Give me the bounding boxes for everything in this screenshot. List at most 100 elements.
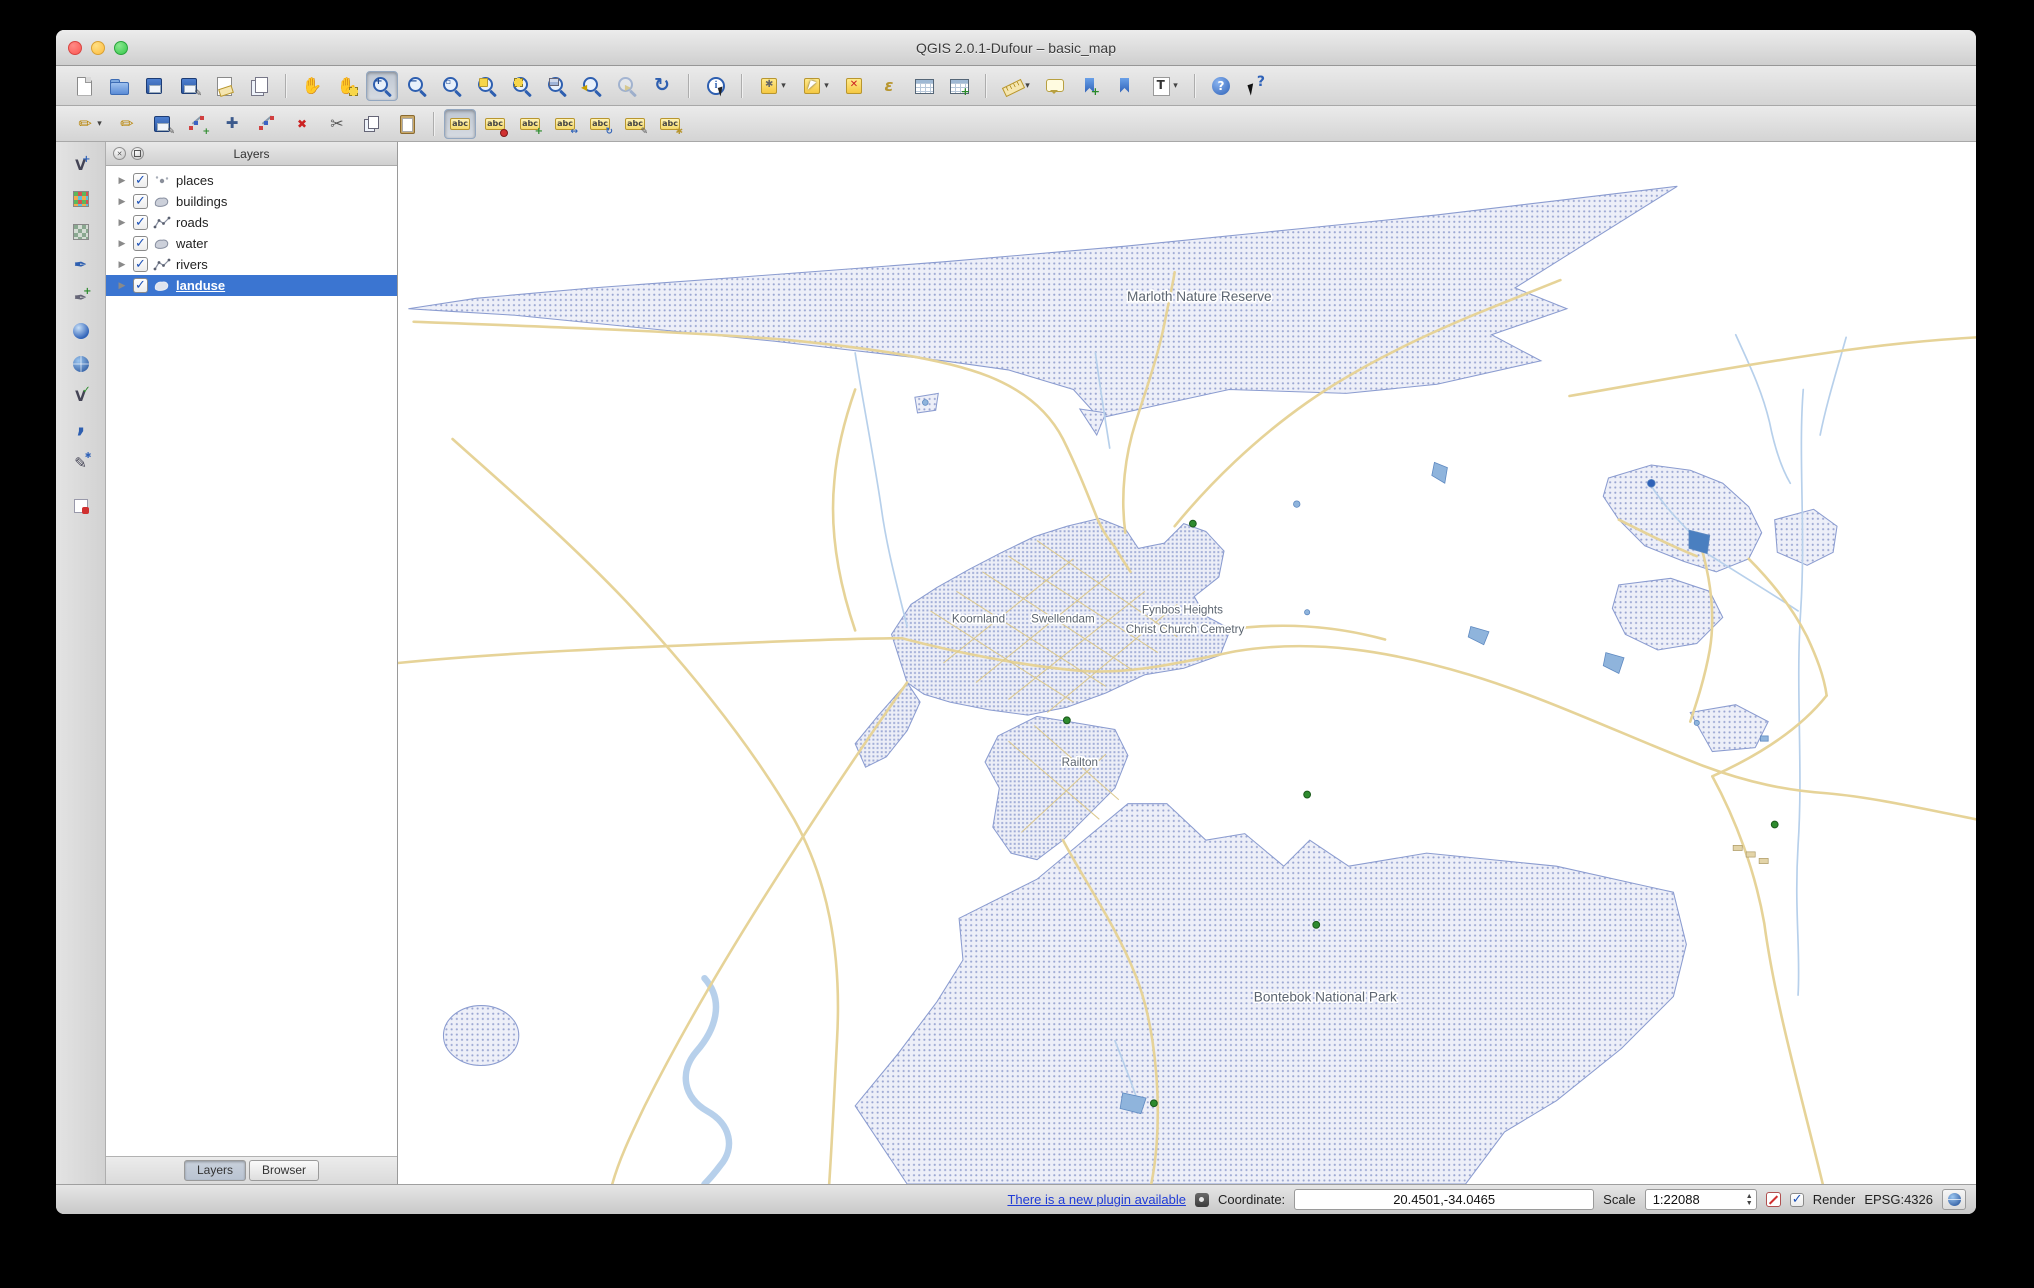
add-spatialite-layer-button[interactable] bbox=[64, 251, 98, 279]
add-wms-layer-button[interactable] bbox=[64, 350, 98, 378]
add-mssql-layer-button[interactable] bbox=[64, 284, 98, 312]
layer-checkbox[interactable] bbox=[133, 277, 148, 293]
add-oracle-layer-button[interactable] bbox=[64, 317, 98, 345]
expand-arrow-icon[interactable] bbox=[116, 217, 128, 228]
stop-rendering-icon[interactable] bbox=[1765, 1192, 1781, 1207]
expand-arrow-icon[interactable] bbox=[116, 175, 128, 186]
tab-browser[interactable]: Browser bbox=[249, 1160, 320, 1181]
scale-stepper-icon[interactable]: ▲ ▼ bbox=[1746, 1193, 1753, 1207]
refresh-map-button[interactable] bbox=[646, 71, 678, 101]
current-edits-icon bbox=[74, 113, 96, 135]
layer-row-places[interactable]: places bbox=[106, 170, 397, 191]
zoom-to-layer-button[interactable] bbox=[541, 71, 573, 101]
expand-arrow-icon[interactable] bbox=[116, 280, 128, 291]
zoom-last-button[interactable] bbox=[576, 71, 608, 101]
copy-features-button[interactable] bbox=[356, 109, 388, 139]
add-raster-layer-button[interactable] bbox=[64, 185, 98, 213]
show-hide-labels-button[interactable] bbox=[514, 109, 546, 139]
delete-selected-button[interactable] bbox=[286, 109, 318, 139]
zoom-next-button[interactable] bbox=[611, 71, 643, 101]
toggle-editing-button[interactable] bbox=[111, 109, 143, 139]
pin-labels-button[interactable] bbox=[479, 109, 511, 139]
layer-checkbox[interactable] bbox=[133, 193, 148, 209]
crs-status-button[interactable] bbox=[1942, 1189, 1966, 1210]
map-canvas[interactable]: Marloth Nature Reserve Koornland Swellen… bbox=[398, 142, 1976, 1184]
layer-checkbox[interactable] bbox=[133, 235, 148, 251]
expand-arrow-icon[interactable] bbox=[116, 259, 128, 270]
select-features-button[interactable] bbox=[795, 71, 835, 101]
open-project-button[interactable] bbox=[103, 71, 135, 101]
remove-layer-button[interactable] bbox=[64, 492, 98, 520]
minimize-window-button[interactable] bbox=[91, 40, 105, 55]
select-by-expression-button[interactable] bbox=[873, 71, 905, 101]
zoom-out-button[interactable] bbox=[401, 71, 433, 101]
field-calculator-button[interactable] bbox=[943, 71, 975, 101]
current-edits-button[interactable] bbox=[68, 109, 108, 139]
open-attribute-table-button[interactable] bbox=[908, 71, 940, 101]
move-feature-button[interactable] bbox=[216, 109, 248, 139]
composer-manager-button[interactable] bbox=[243, 71, 275, 101]
new-bookmark-button[interactable] bbox=[1074, 71, 1106, 101]
scale-combo[interactable]: 1:22088 ▲ ▼ bbox=[1644, 1189, 1757, 1210]
layer-row-landuse[interactable]: landuse bbox=[106, 275, 397, 296]
close-window-button[interactable] bbox=[68, 40, 82, 55]
map-tips-button[interactable] bbox=[1039, 71, 1071, 101]
render-checkbox[interactable] bbox=[1789, 1191, 1804, 1207]
new-project-button[interactable] bbox=[68, 71, 100, 101]
save-project-as-button[interactable] bbox=[173, 71, 205, 101]
layer-row-rivers[interactable]: rivers bbox=[106, 254, 397, 275]
close-panel-button[interactable] bbox=[113, 147, 126, 160]
new-shapefile-layer-button[interactable] bbox=[64, 449, 98, 477]
new-project-icon bbox=[73, 75, 95, 97]
map-label-marloth: Marloth Nature Reserve bbox=[1127, 289, 1272, 304]
zoom-window-button[interactable] bbox=[114, 40, 128, 55]
zoom-in-button[interactable] bbox=[366, 70, 398, 101]
save-layer-edits-button[interactable] bbox=[146, 109, 178, 139]
change-label-button[interactable] bbox=[619, 109, 651, 139]
layer-checkbox[interactable] bbox=[133, 214, 148, 230]
pan-map-button[interactable] bbox=[296, 71, 328, 101]
new-print-composer-button[interactable] bbox=[208, 71, 240, 101]
add-delimited-text-layer-button[interactable] bbox=[64, 412, 98, 444]
rotate-label-button[interactable] bbox=[584, 109, 616, 139]
labeling-button[interactable] bbox=[444, 108, 476, 139]
text-annotation-button[interactable] bbox=[1144, 71, 1184, 101]
add-wfs-layer-button[interactable] bbox=[64, 383, 98, 411]
layer-checkbox[interactable] bbox=[133, 256, 148, 272]
window-titlebar[interactable]: QGIS 2.0.1-Dufour – basic_map bbox=[56, 30, 1976, 66]
show-bookmarks-button[interactable] bbox=[1109, 71, 1141, 101]
tab-layers[interactable]: Layers bbox=[183, 1160, 246, 1181]
layer-row-roads[interactable]: roads bbox=[106, 212, 397, 233]
measure-button[interactable] bbox=[996, 71, 1036, 101]
plugin-icon[interactable] bbox=[1194, 1192, 1209, 1207]
cut-features-button[interactable] bbox=[321, 109, 353, 139]
identify-features-button[interactable] bbox=[699, 71, 731, 101]
layer-row-water[interactable]: water bbox=[106, 233, 397, 254]
float-panel-button[interactable] bbox=[131, 147, 144, 160]
zoom-to-selection-button[interactable] bbox=[506, 71, 538, 101]
deselect-features-button[interactable] bbox=[838, 71, 870, 101]
zoom-native-button[interactable] bbox=[436, 71, 468, 101]
identify-icon bbox=[704, 75, 726, 97]
expand-arrow-icon[interactable] bbox=[116, 238, 128, 249]
whats-this-button[interactable] bbox=[1240, 71, 1272, 101]
zoom-full-button[interactable] bbox=[471, 71, 503, 101]
add-feature-button[interactable] bbox=[181, 109, 213, 139]
expand-arrow-icon[interactable] bbox=[116, 196, 128, 207]
layer-tree[interactable]: places buildings roads bbox=[106, 166, 397, 1156]
layer-checkbox[interactable] bbox=[133, 172, 148, 188]
coordinate-input[interactable] bbox=[1294, 1189, 1595, 1210]
paste-features-button[interactable] bbox=[391, 109, 423, 139]
node-tool-button[interactable] bbox=[251, 109, 283, 139]
move-label-button[interactable] bbox=[549, 109, 581, 139]
save-project-button[interactable] bbox=[138, 71, 170, 101]
label-properties-button[interactable] bbox=[654, 109, 686, 139]
feature-action-button[interactable] bbox=[752, 71, 792, 101]
add-vector-layer-button[interactable] bbox=[64, 152, 98, 180]
rotate-label-icon bbox=[589, 113, 611, 135]
add-postgis-layer-button[interactable] bbox=[64, 218, 98, 246]
layer-row-buildings[interactable]: buildings bbox=[106, 191, 397, 212]
help-button[interactable] bbox=[1205, 71, 1237, 101]
new-plugin-link[interactable]: There is a new plugin available bbox=[1007, 1192, 1186, 1207]
pan-to-selection-button[interactable] bbox=[331, 71, 363, 101]
